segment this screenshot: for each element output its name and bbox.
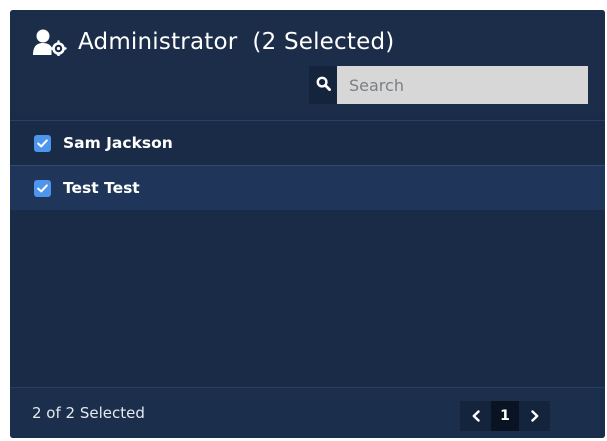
users-cog-icon <box>32 28 68 56</box>
panel-title: Administrator (2 Selected) <box>32 28 394 56</box>
list-item-label: Sam Jackson <box>63 134 173 152</box>
search-button[interactable] <box>309 66 337 104</box>
prev-page-button[interactable] <box>460 401 491 431</box>
page-number-button[interactable]: 1 <box>491 401 519 431</box>
next-page-button[interactable] <box>519 401 550 431</box>
check-icon <box>37 183 48 192</box>
title-label: Administrator <box>78 29 238 55</box>
list-item[interactable]: Test Test <box>10 165 605 210</box>
chevron-right-icon <box>530 410 538 422</box>
user-list: Sam Jackson Test Test <box>10 120 605 387</box>
chevron-left-icon <box>472 410 480 422</box>
search-box <box>309 66 588 104</box>
checkbox[interactable] <box>34 134 51 152</box>
list-item-label: Test Test <box>63 179 140 197</box>
check-icon <box>37 138 48 147</box>
selection-status: 2 of 2 Selected <box>32 404 145 422</box>
user-selector-panel: Administrator (2 Selected) Sam Jack <box>10 10 605 438</box>
panel-header: Administrator (2 Selected) <box>10 10 605 113</box>
panel-title-text: Administrator (2 Selected) <box>78 29 394 55</box>
selected-count-label: (2 Selected) <box>252 29 395 55</box>
checkbox[interactable] <box>34 179 51 197</box>
list-item[interactable]: Sam Jackson <box>10 120 605 165</box>
search-input[interactable] <box>337 66 588 104</box>
pagination: 1 <box>460 401 550 431</box>
search-icon <box>316 76 331 95</box>
panel-footer: 2 of 2 Selected 1 <box>10 387 605 438</box>
